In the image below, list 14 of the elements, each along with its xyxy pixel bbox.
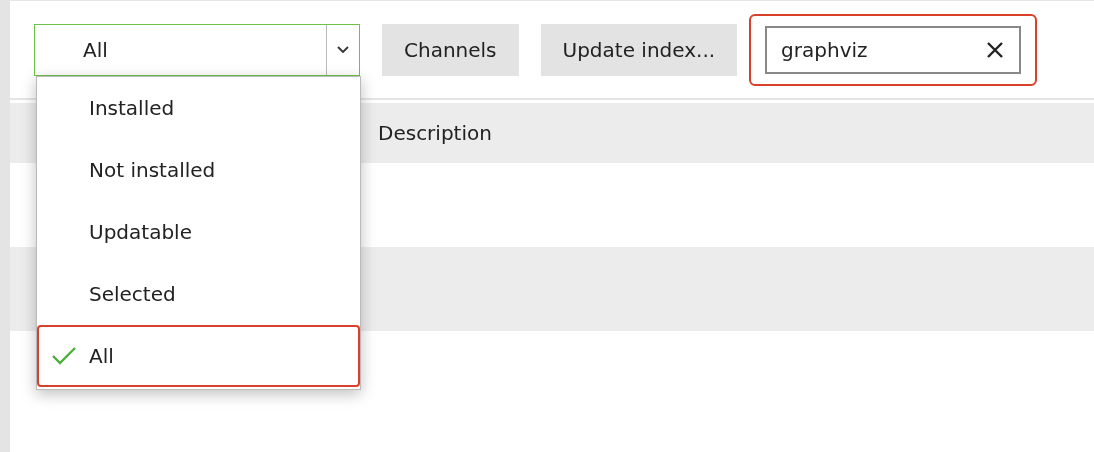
search-field[interactable]: graphviz xyxy=(765,25,1022,74)
menu-item[interactable]: Updatable xyxy=(37,201,360,263)
caret-icon xyxy=(337,45,349,54)
close-icon xyxy=(985,39,1006,60)
filter-dropdown[interactable]: All xyxy=(34,23,360,76)
check-icon xyxy=(51,346,77,366)
menu-item[interactable]: All xyxy=(37,325,360,387)
menu-item[interactable]: Not installed xyxy=(37,139,360,201)
toolbar-button[interactable]: Update index... xyxy=(540,23,738,76)
clear-button[interactable] xyxy=(985,39,1006,60)
menu-item[interactable]: Installed xyxy=(37,77,360,139)
toolbar-button[interactable]: Channels xyxy=(382,23,519,76)
filter-value: All xyxy=(82,36,109,64)
column-header: Description xyxy=(378,121,492,145)
